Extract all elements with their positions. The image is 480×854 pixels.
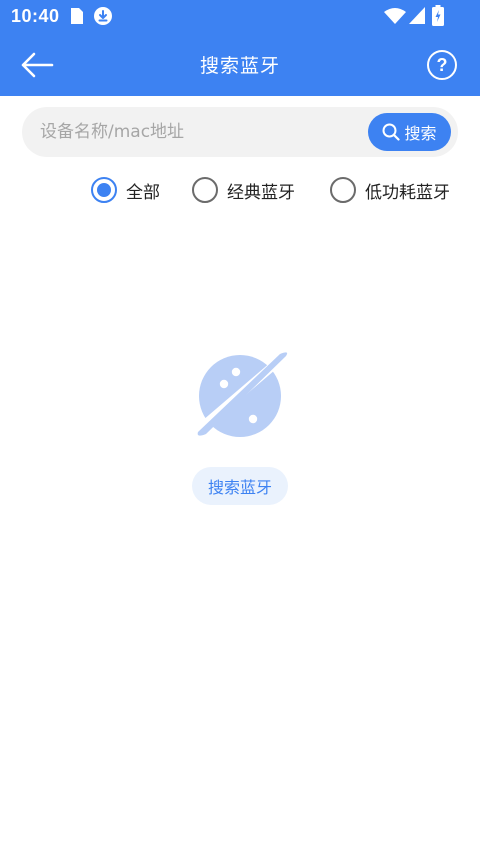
radio-all[interactable]: 全部 xyxy=(91,176,160,204)
radio-label: 全部 xyxy=(126,182,160,203)
bluetooth-type-filter: 全部 经典蓝牙 低功耗蓝牙 xyxy=(0,173,480,207)
toolbar: 搜索蓝牙 ? xyxy=(0,34,480,96)
wifi-icon xyxy=(384,8,406,24)
radio-label: 经典蓝牙 xyxy=(227,182,295,203)
page-title: 搜索蓝牙 xyxy=(199,55,280,77)
planet-icon xyxy=(197,352,288,437)
search-bluetooth-label: 搜索蓝牙 xyxy=(207,478,272,497)
help-button[interactable]: ? xyxy=(427,50,457,80)
battery-charging-icon xyxy=(432,5,444,26)
search-bar: 搜索 xyxy=(22,107,458,157)
search-button-label: 搜索 xyxy=(404,124,437,143)
app-header: 10:40 搜索蓝牙 ? xyxy=(0,0,480,96)
radio-classic-bluetooth[interactable]: 经典蓝牙 xyxy=(192,176,295,204)
search-input[interactable] xyxy=(40,107,360,157)
search-button[interactable]: 搜索 xyxy=(368,113,451,151)
search-icon xyxy=(382,123,401,141)
search-bluetooth-button[interactable]: 搜索蓝牙 xyxy=(192,467,288,505)
download-icon xyxy=(94,7,112,25)
radio-ble-bluetooth[interactable]: 低功耗蓝牙 xyxy=(330,176,450,204)
question-circle-icon: ? xyxy=(436,54,448,75)
status-time: 10:40 xyxy=(11,6,60,26)
empty-state: 搜索蓝牙 xyxy=(0,340,480,510)
radio-button-unchecked xyxy=(192,177,218,203)
status-bar: 10:40 xyxy=(0,0,480,32)
sim-card-icon xyxy=(71,8,83,24)
radio-label: 低功耗蓝牙 xyxy=(365,182,450,203)
radio-button-checked xyxy=(91,177,117,203)
cellular-signal-icon xyxy=(409,7,425,24)
radio-button-unchecked xyxy=(330,177,356,203)
